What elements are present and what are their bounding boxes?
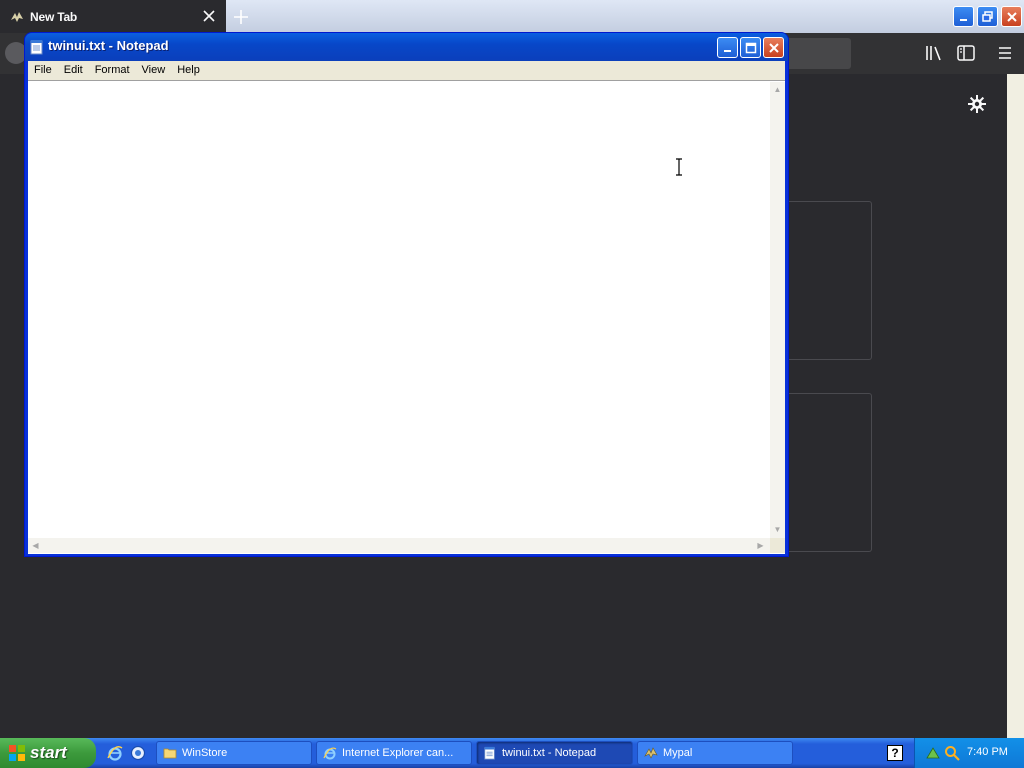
browser-minimize-button[interactable] (953, 6, 974, 27)
notepad-window: twinui.txt - Notepad File Edit Format Vi… (24, 32, 789, 557)
mypal-icon (644, 747, 658, 759)
system-tray: 7:40 PM (914, 738, 1024, 768)
browser-restore-button[interactable] (977, 6, 998, 27)
start-label: start (30, 743, 67, 762)
taskbar-button-mypal[interactable]: Mypal (637, 741, 793, 765)
close-button[interactable] (763, 37, 784, 58)
notepad-title-bar[interactable]: twinui.txt - Notepad (25, 33, 788, 61)
start-button[interactable]: start (0, 738, 96, 768)
close-icon (1006, 11, 1017, 22)
ie-icon[interactable] (107, 745, 123, 761)
resize-grip-icon[interactable] (770, 538, 785, 553)
close-icon (768, 42, 779, 53)
top-site-tile[interactable] (789, 393, 872, 552)
maximize-button[interactable] (740, 37, 761, 58)
taskbar-button-ie[interactable]: Internet Explorer can... (316, 741, 472, 765)
menu-edit[interactable]: Edit (58, 61, 89, 80)
new-tab-icon[interactable] (230, 6, 252, 28)
text-editor-area[interactable]: ▲ ▼ ◀ ▶ (28, 80, 785, 554)
notepad-icon (30, 40, 43, 55)
minimize-icon (723, 49, 731, 52)
folder-icon (163, 748, 177, 759)
task-label: Internet Explorer can... (342, 747, 454, 759)
search-icon[interactable] (944, 745, 960, 761)
restore-icon (981, 10, 993, 22)
minimize-button[interactable] (717, 37, 738, 58)
scroll-up-icon[interactable]: ▲ (771, 83, 784, 96)
scroll-left-icon[interactable]: ◀ (29, 539, 42, 552)
clock: 7:40 PM (967, 746, 1008, 758)
tab-title: New Tab (30, 9, 78, 24)
menu-view[interactable]: View (136, 61, 172, 80)
ie-icon (323, 747, 337, 760)
taskbar-button-winstore[interactable]: WinStore (156, 741, 312, 765)
horizontal-scrollbar[interactable]: ◀ ▶ (28, 538, 770, 553)
network-icon[interactable] (925, 745, 941, 761)
notepad-icon (484, 746, 495, 760)
text-cursor-icon (676, 158, 682, 176)
menu-file[interactable]: File (28, 61, 58, 80)
vertical-scrollbar[interactable]: ▲ ▼ (770, 82, 785, 538)
menu-help[interactable]: Help (171, 61, 206, 80)
menu-bar: File Edit Format View Help (28, 61, 785, 80)
sidebar-icon[interactable] (957, 45, 975, 61)
help-icon[interactable]: ? (887, 745, 903, 761)
top-site-tile[interactable] (789, 201, 872, 360)
task-label: twinui.txt - Notepad (502, 747, 597, 759)
maximize-icon (745, 42, 756, 53)
browser-close-button[interactable] (1001, 6, 1022, 27)
scroll-right-icon[interactable]: ▶ (754, 539, 767, 552)
close-tab-icon[interactable] (202, 9, 216, 23)
gear-icon[interactable] (968, 95, 986, 113)
hamburger-menu-icon[interactable] (997, 45, 1013, 61)
mypal-icon (11, 11, 23, 22)
browser-quicklaunch-icon[interactable] (130, 745, 146, 761)
task-label: WinStore (182, 747, 228, 759)
library-icon[interactable] (925, 45, 943, 61)
browser-tab[interactable]: New Tab (0, 0, 226, 33)
window-title: twinui.txt - Notepad (48, 38, 169, 53)
minimize-icon (959, 18, 967, 21)
scroll-down-icon[interactable]: ▼ (771, 523, 784, 536)
task-label: Mypal (663, 747, 693, 759)
menu-format[interactable]: Format (89, 61, 136, 80)
windows-logo-icon (9, 745, 25, 761)
taskbar: start WinStore Internet Explorer can... … (0, 738, 1024, 768)
page-scrollbar[interactable] (1007, 74, 1024, 738)
taskbar-button-notepad[interactable]: twinui.txt - Notepad (476, 741, 633, 765)
